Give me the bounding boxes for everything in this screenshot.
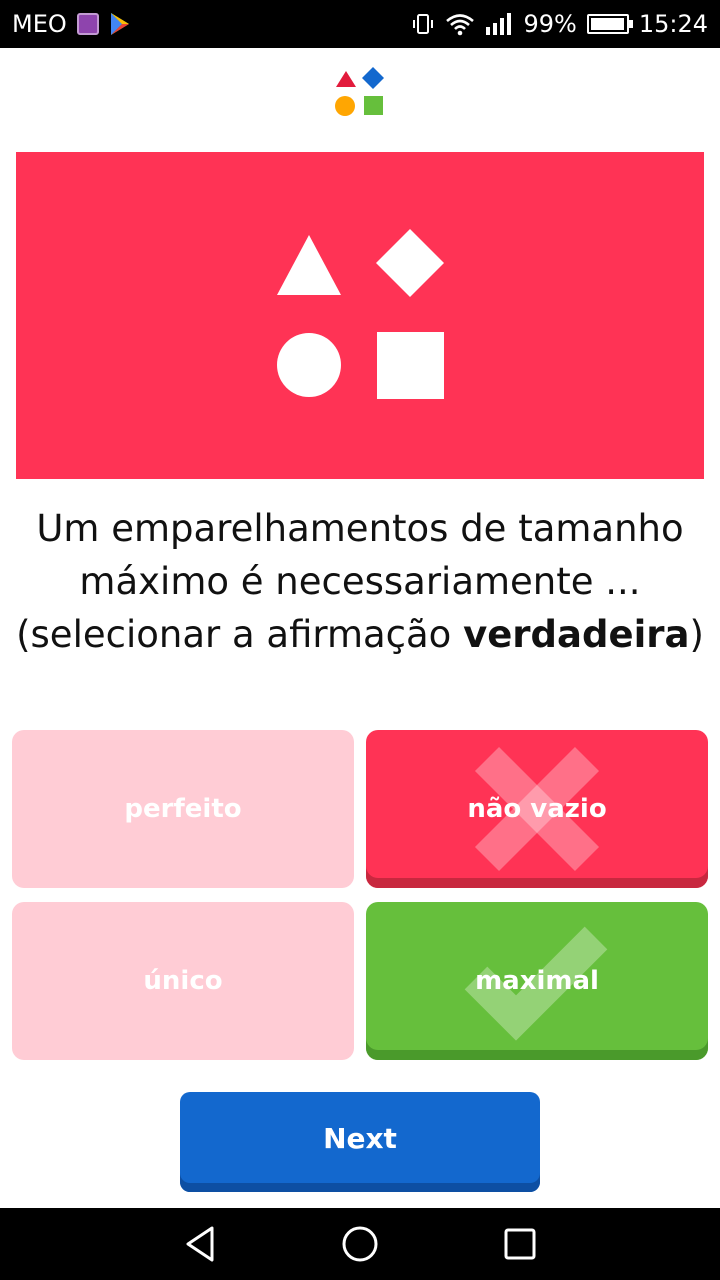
navigation-bar	[0, 1208, 720, 1280]
status-left: MEO	[12, 0, 131, 48]
question-image	[16, 152, 704, 479]
recents-icon[interactable]	[498, 1222, 542, 1266]
wifi-icon	[446, 14, 475, 36]
play-store-icon	[110, 13, 129, 35]
home-icon[interactable]	[338, 1222, 382, 1266]
back-icon[interactable]	[178, 1222, 222, 1266]
triangle-icon	[277, 235, 341, 295]
carrier-label: MEO	[12, 10, 67, 38]
clock: 15:24	[638, 10, 708, 38]
logo-circle-icon	[335, 96, 355, 116]
answer-unico[interactable]: único	[12, 902, 354, 1060]
logo-triangle-icon	[336, 71, 356, 87]
question-end: )	[689, 613, 704, 656]
logo-diamond-icon	[362, 67, 384, 89]
diamond-icon	[376, 229, 444, 297]
battery-fill	[590, 18, 625, 30]
signal-icon	[486, 13, 512, 35]
status-right: 99% 15:24	[411, 0, 708, 48]
answer-label: não vazio	[467, 794, 607, 824]
answer-nao-vazio[interactable]: não vazio	[366, 730, 708, 888]
logo-square-icon	[364, 96, 383, 115]
status-bar: MEO 99% 15:24	[0, 0, 720, 48]
answer-label: único	[143, 966, 223, 996]
answer-label: maximal	[475, 966, 599, 996]
circle-icon	[277, 333, 341, 397]
answer-maximal[interactable]: maximal	[366, 902, 708, 1060]
shapes-logo-icon	[335, 67, 384, 116]
answer-perfeito[interactable]: perfeito	[12, 730, 354, 888]
shapes-icon	[277, 229, 444, 399]
square-icon	[377, 332, 444, 399]
next-button[interactable]: Next	[180, 1092, 540, 1192]
gallery-icon	[76, 13, 99, 35]
vibrate-icon	[413, 14, 434, 34]
battery-percent: 99%	[523, 10, 577, 38]
question-emphasis: verdadeira	[463, 613, 690, 656]
question-text: Um emparelhamentos de tamanho máximo é n…	[10, 502, 710, 661]
battery-icon	[586, 14, 633, 34]
answer-label: perfeito	[124, 794, 242, 824]
